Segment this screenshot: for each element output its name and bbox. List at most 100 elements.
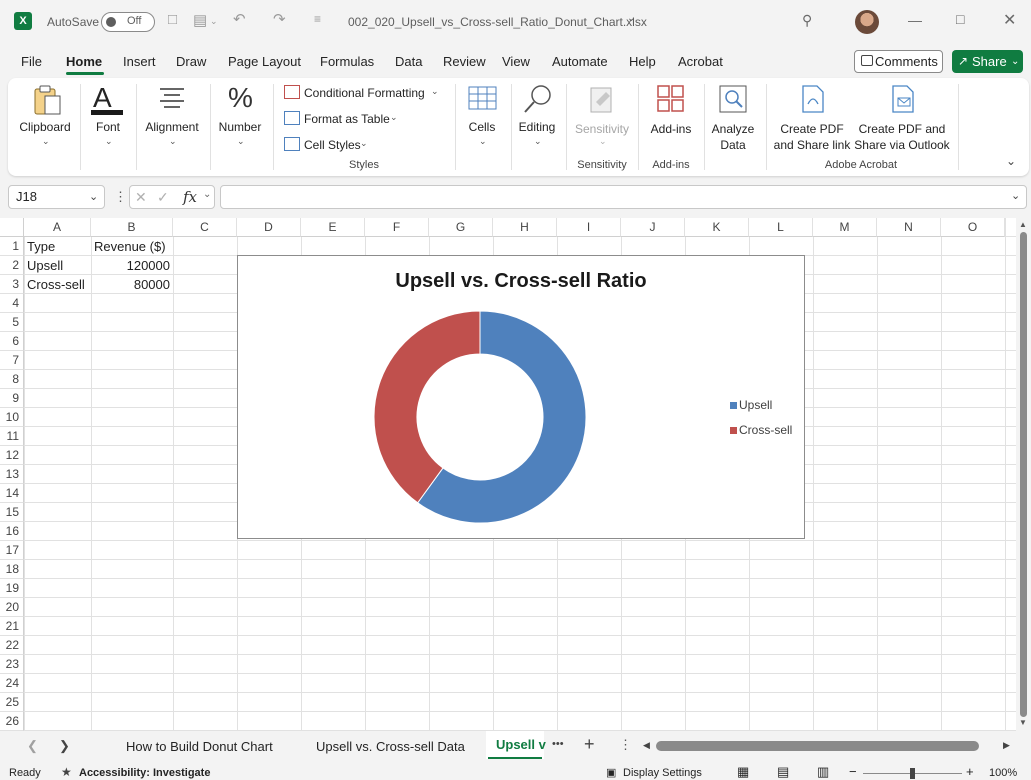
font-button[interactable]: A Font ⌄ bbox=[86, 82, 130, 162]
cells-button[interactable]: Cells ⌄ bbox=[461, 82, 503, 162]
legend-cross-sell[interactable]: Cross-sell bbox=[739, 423, 792, 437]
horizontal-scroll-thumb[interactable] bbox=[656, 741, 979, 751]
row-header-13[interactable]: 13 bbox=[0, 465, 24, 484]
alignment-button[interactable]: Alignment ⌄ bbox=[140, 82, 204, 162]
accessibility-status[interactable]: Accessibility: Investigate bbox=[79, 767, 210, 779]
more-options-icon[interactable]: ⋮ bbox=[114, 189, 127, 205]
row-header-21[interactable]: 21 bbox=[0, 617, 24, 636]
collapse-ribbon-icon[interactable]: ⌄ bbox=[1006, 154, 1016, 168]
menu-acrobat[interactable]: Acrobat bbox=[678, 54, 723, 69]
row-header-15[interactable]: 15 bbox=[0, 503, 24, 522]
cell-a3[interactable]: Cross-sell bbox=[24, 275, 88, 294]
enter-icon[interactable]: ✓ bbox=[157, 189, 169, 206]
share-button[interactable]: ↗ Share ⌄ bbox=[952, 50, 1023, 73]
row-header-10[interactable]: 10 bbox=[0, 408, 24, 427]
scroll-up-icon[interactable]: ▲ bbox=[1019, 220, 1027, 229]
name-box[interactable]: J18 ⌄ bbox=[8, 185, 105, 209]
column-header-a[interactable]: A bbox=[24, 218, 91, 237]
column-header-l[interactable]: L bbox=[749, 218, 813, 237]
clipboard-button[interactable]: Clipboard ⌄ bbox=[16, 82, 74, 162]
cell-b2[interactable]: 120000 bbox=[91, 256, 173, 275]
format-as-table-button[interactable]: Format as Table ⌄ bbox=[284, 110, 404, 128]
row-header-4[interactable]: 4 bbox=[0, 294, 24, 313]
editing-button[interactable]: Editing ⌄ bbox=[514, 82, 560, 162]
cell-a1[interactable]: Type bbox=[24, 237, 58, 256]
row-header-26[interactable]: 26 bbox=[0, 712, 24, 731]
minimize-icon[interactable]: — bbox=[908, 12, 922, 28]
zoom-in-icon[interactable]: + bbox=[966, 764, 974, 779]
row-header-17[interactable]: 17 bbox=[0, 541, 24, 560]
row-header-20[interactable]: 20 bbox=[0, 598, 24, 617]
select-all-button[interactable] bbox=[0, 218, 24, 237]
conditional-formatting-button[interactable]: Conditional Formatting ⌄ bbox=[284, 84, 444, 102]
row-header-14[interactable]: 14 bbox=[0, 484, 24, 503]
avatar[interactable] bbox=[855, 10, 879, 34]
undo-icon[interactable]: ↶ bbox=[233, 10, 246, 28]
menu-data[interactable]: Data bbox=[395, 54, 422, 69]
row-header-2[interactable]: 2 bbox=[0, 256, 24, 275]
row-header-6[interactable]: 6 bbox=[0, 332, 24, 351]
row-header-9[interactable]: 9 bbox=[0, 389, 24, 408]
redo-icon[interactable]: ↷ bbox=[273, 10, 286, 28]
menu-automate[interactable]: Automate bbox=[552, 54, 608, 69]
scroll-right-icon[interactable]: ▶ bbox=[1003, 740, 1010, 751]
maximize-icon[interactable]: □ bbox=[956, 11, 964, 27]
cell-b3[interactable]: 80000 bbox=[91, 275, 173, 294]
column-header-m[interactable]: M bbox=[813, 218, 877, 237]
column-header-c[interactable]: C bbox=[173, 218, 237, 237]
more-sheets-icon[interactable]: ••• bbox=[552, 738, 564, 750]
row-header-8[interactable]: 8 bbox=[0, 370, 24, 389]
legend-upsell[interactable]: Upsell bbox=[739, 398, 772, 412]
column-header-i[interactable]: I bbox=[557, 218, 621, 237]
number-button[interactable]: % Number ⌄ bbox=[214, 82, 266, 162]
row-header-25[interactable]: 25 bbox=[0, 693, 24, 712]
cell-styles-button[interactable]: Cell Styles ⌄ bbox=[284, 136, 384, 154]
menu-page-layout[interactable]: Page Layout bbox=[228, 54, 301, 69]
zoom-out-icon[interactable]: − bbox=[849, 764, 857, 779]
row-header-11[interactable]: 11 bbox=[0, 427, 24, 446]
column-header-k[interactable]: K bbox=[685, 218, 749, 237]
tab-how-to-build-donut-chart[interactable]: How to Build Donut Chart bbox=[126, 739, 273, 754]
column-header-n[interactable]: N bbox=[877, 218, 941, 237]
column-header-d[interactable]: D bbox=[237, 218, 301, 237]
chevron-down-icon[interactable]: ⌄ bbox=[210, 16, 218, 27]
menu-formulas[interactable]: Formulas bbox=[320, 54, 374, 69]
sensitivity-button[interactable]: Sensitivity ⌄ bbox=[570, 82, 634, 162]
row-header-22[interactable]: 22 bbox=[0, 636, 24, 655]
close-icon[interactable]: ✕ bbox=[1003, 10, 1016, 30]
row-header-16[interactable]: 16 bbox=[0, 522, 24, 541]
column-header-g[interactable]: G bbox=[429, 218, 493, 237]
autosave-toggle[interactable]: Off bbox=[101, 12, 155, 32]
column-header-o[interactable]: O bbox=[941, 218, 1005, 237]
page-layout-view-icon[interactable]: ▤ bbox=[777, 764, 789, 780]
cancel-icon[interactable]: ✕ bbox=[135, 189, 147, 206]
row-header-18[interactable]: 18 bbox=[0, 560, 24, 579]
page-break-view-icon[interactable]: ▥ bbox=[817, 764, 829, 780]
next-sheet-icon[interactable]: ❯ bbox=[59, 738, 70, 754]
row-header-1[interactable]: 1 bbox=[0, 237, 24, 256]
menu-home[interactable]: Home bbox=[66, 54, 102, 69]
vertical-scroll-thumb[interactable] bbox=[1020, 232, 1027, 717]
search-icon[interactable]: ⚲ bbox=[802, 12, 812, 29]
create-pdf-outlook-button[interactable]: Create PDF and Share via Outlook bbox=[854, 82, 950, 162]
analyze-data-button[interactable]: Analyze Data bbox=[706, 82, 760, 162]
row-header-19[interactable]: 19 bbox=[0, 579, 24, 598]
menu-insert[interactable]: Insert bbox=[123, 54, 156, 69]
filename-chevron-icon[interactable]: ⌄ bbox=[627, 13, 635, 24]
menu-view[interactable]: View bbox=[502, 54, 530, 69]
row-header-24[interactable]: 24 bbox=[0, 674, 24, 693]
row-header-5[interactable]: 5 bbox=[0, 313, 24, 332]
tab-options-icon[interactable]: ⋮ bbox=[619, 737, 632, 753]
column-header-h[interactable]: H bbox=[493, 218, 557, 237]
prev-sheet-icon[interactable]: ❮ bbox=[27, 738, 38, 754]
add-sheet-icon[interactable]: + bbox=[584, 734, 595, 755]
tab-upsell-v[interactable]: Upsell v bbox=[496, 737, 546, 752]
menu-help[interactable]: Help bbox=[629, 54, 656, 69]
save-icon[interactable]: □ bbox=[168, 11, 177, 28]
donut-chart[interactable]: Upsell vs. Cross-sell Ratio Upsell Cross… bbox=[237, 255, 805, 539]
customize-toolbar-icon[interactable]: ≡ bbox=[314, 12, 321, 26]
insert-function-icon[interactable]: fx bbox=[183, 188, 197, 206]
row-header-12[interactable]: 12 bbox=[0, 446, 24, 465]
row-header-3[interactable]: 3 bbox=[0, 275, 24, 294]
tab-upsell-vs-cross-sell-data[interactable]: Upsell vs. Cross-sell Data bbox=[316, 739, 465, 754]
